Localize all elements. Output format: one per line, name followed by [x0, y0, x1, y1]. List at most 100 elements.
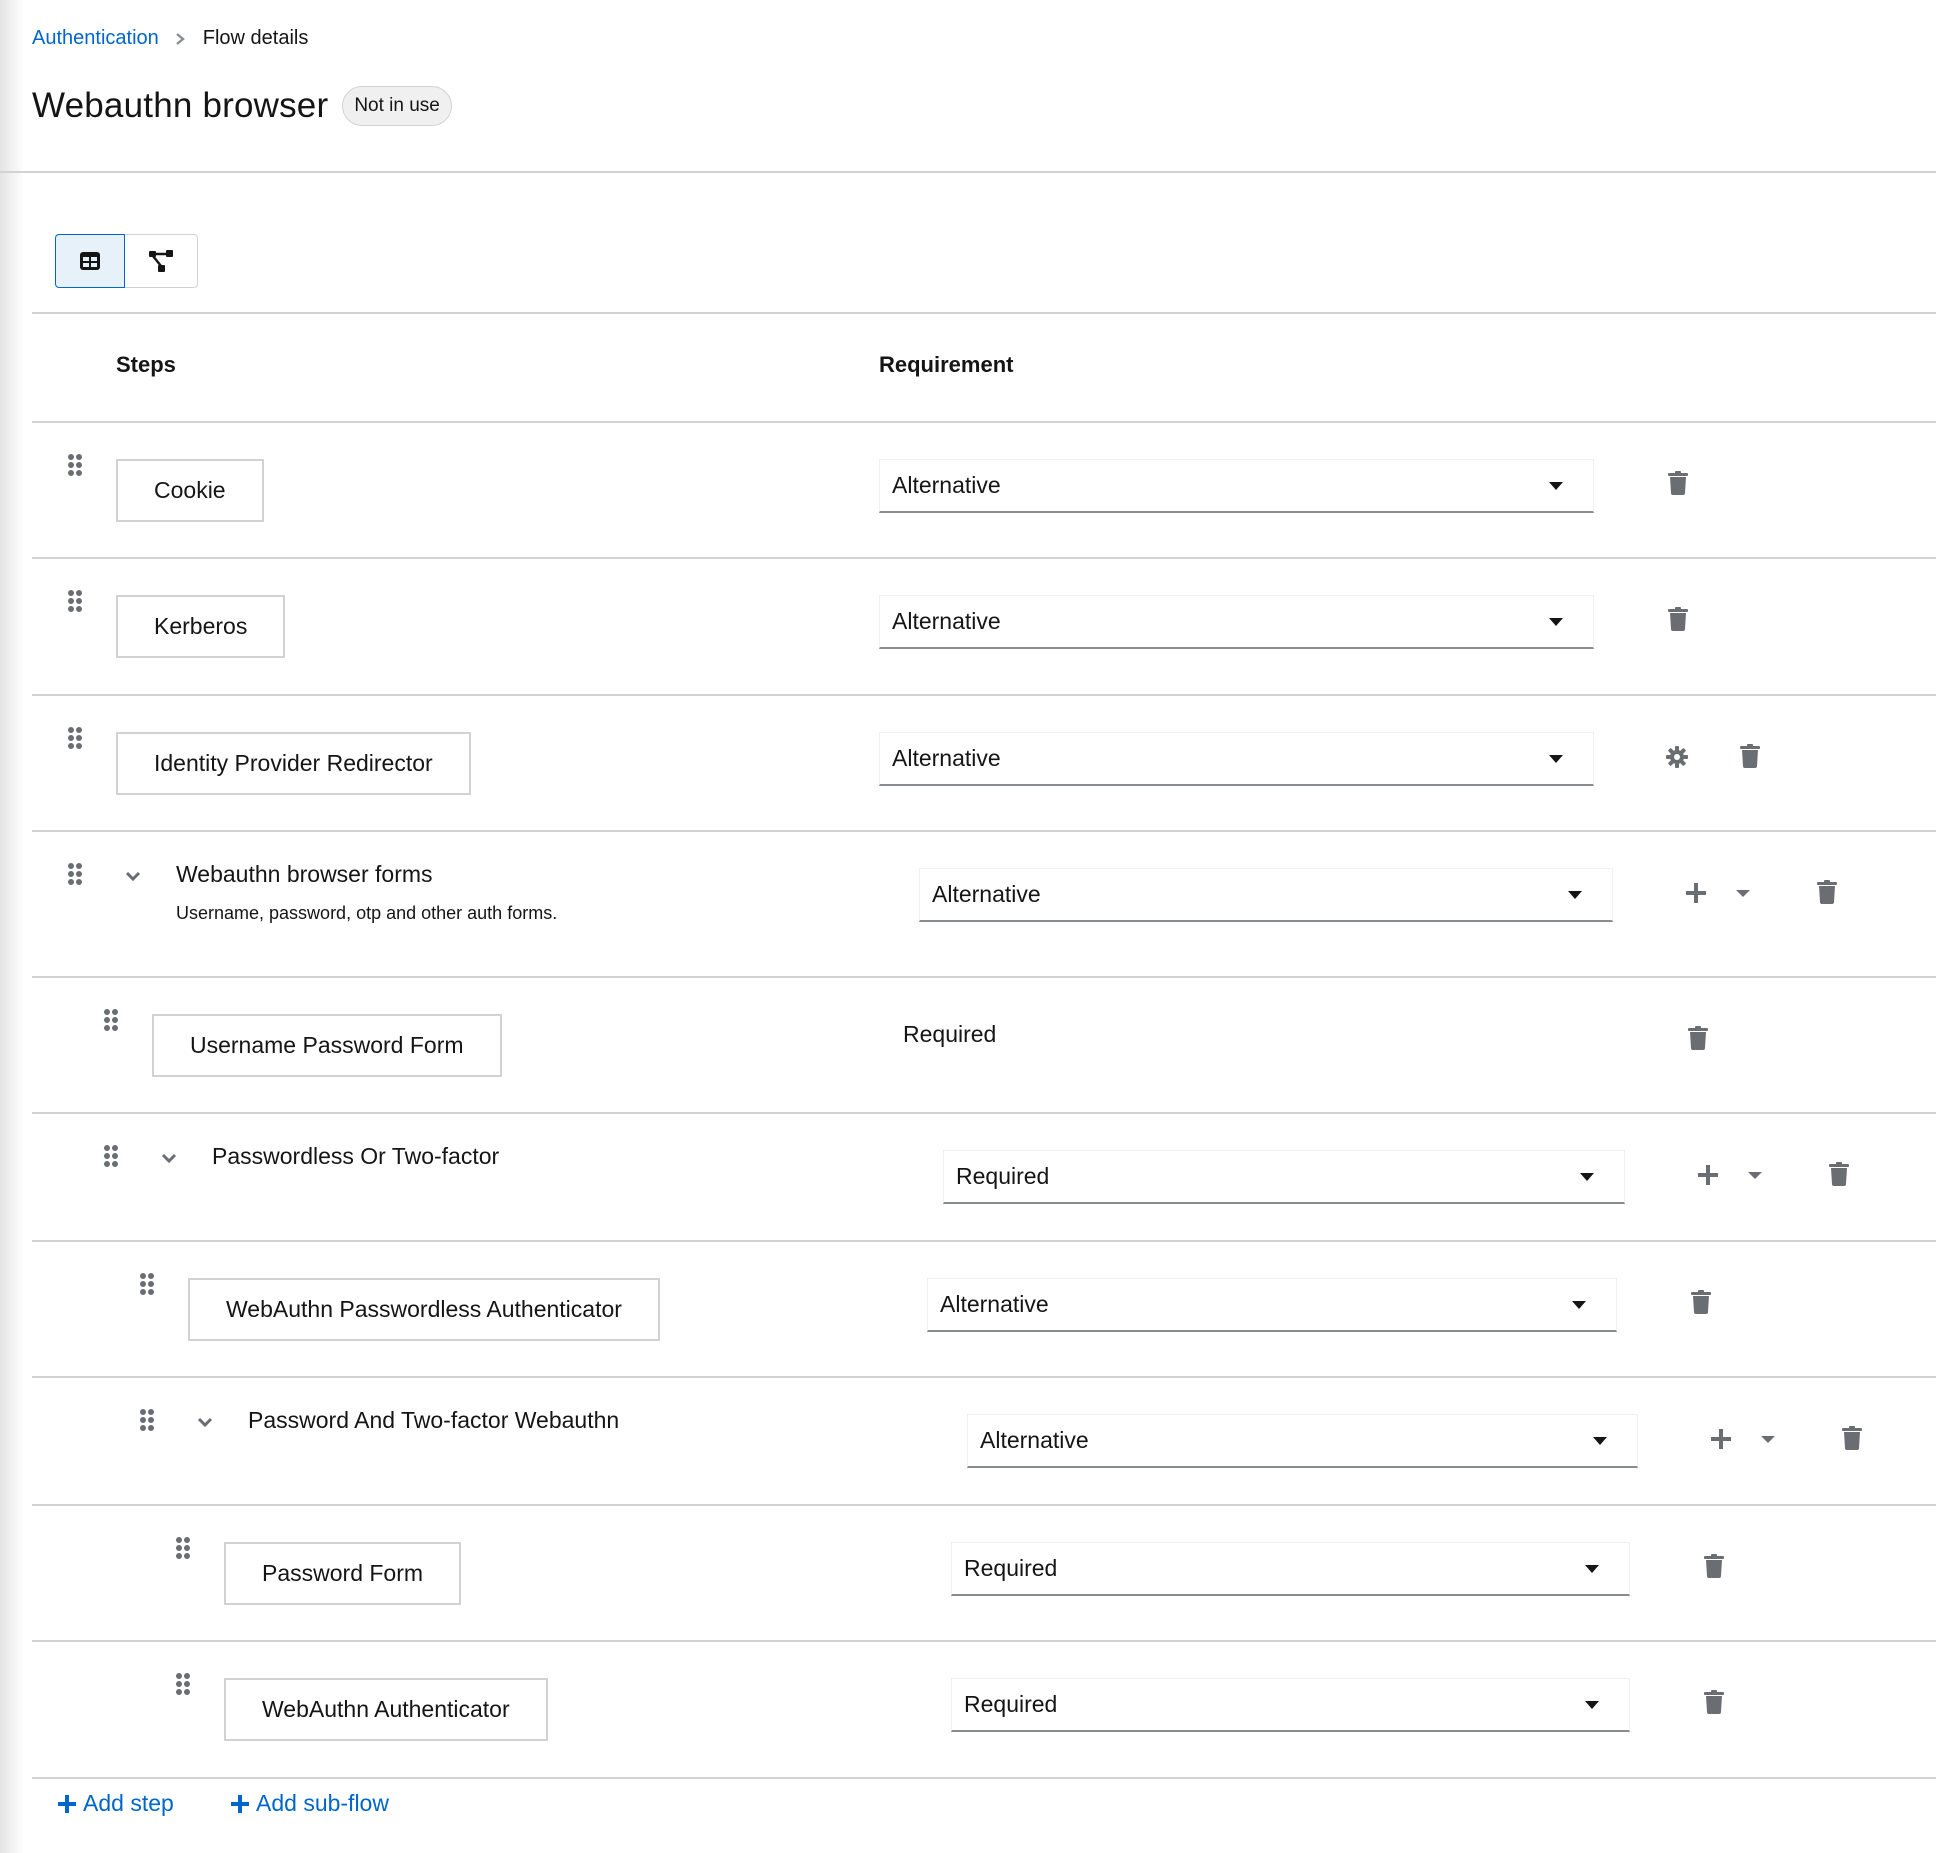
subflow-title: Passwordless Or Two-factor [212, 1143, 500, 1169]
delete-trash-icon[interactable] [1691, 1290, 1711, 1314]
delete-trash-icon[interactable] [1829, 1162, 1849, 1186]
add-menu-caret-icon[interactable] [1761, 1435, 1775, 1444]
drag-handle-icon[interactable] [139, 1273, 155, 1295]
drag-handle-icon[interactable] [139, 1409, 155, 1431]
delete-trash-icon[interactable] [1704, 1690, 1724, 1714]
step-row: Password Form Required [32, 1505, 1936, 1642]
delete-trash-icon[interactable] [1688, 1026, 1708, 1050]
step-row: Identity Provider Redirector Alternative [32, 695, 1936, 832]
view-toggle-group [55, 234, 198, 288]
sidebar-edge-shadow [0, 0, 24, 1853]
caret-down-icon [1568, 890, 1582, 900]
row-divider [32, 1777, 1936, 1779]
requirement-value: Alternative [940, 1291, 1049, 1317]
requirement-select[interactable]: Alternative [879, 732, 1594, 786]
plus-icon [231, 1794, 249, 1813]
requirement-value: Alternative [892, 608, 1001, 634]
page-title: Webauthn browser [32, 86, 329, 125]
add-plus-icon[interactable] [1710, 1428, 1732, 1450]
column-header-steps: Steps [116, 352, 176, 377]
delete-trash-icon[interactable] [1668, 471, 1688, 495]
header-divider [0, 171, 1936, 173]
add-subflow-button[interactable]: Add sub-flow [230, 1790, 389, 1817]
subflow-title: Webauthn browser forms [176, 861, 433, 887]
subflow-row: Passwordless Or Two-factor Required [32, 1113, 1936, 1242]
caret-down-icon [1572, 1300, 1586, 1310]
table-view-button[interactable] [55, 234, 125, 288]
expand-chevron-icon[interactable] [196, 1413, 214, 1431]
step-row: WebAuthn Authenticator Required [32, 1641, 1936, 1779]
add-menu-caret-icon[interactable] [1748, 1171, 1762, 1180]
requirement-select[interactable]: Alternative [967, 1414, 1638, 1468]
topology-icon [149, 250, 173, 272]
caret-down-icon [1549, 617, 1563, 627]
requirement-value: Alternative [980, 1427, 1089, 1453]
table-top-border [32, 312, 1936, 314]
requirement-value: Alternative [892, 745, 1001, 771]
drag-handle-icon[interactable] [175, 1673, 191, 1695]
drag-handle-icon[interactable] [67, 863, 83, 885]
caret-down-icon [1580, 1172, 1594, 1182]
subflow-description: Username, password, otp and other auth f… [176, 903, 558, 923]
delete-trash-icon[interactable] [1704, 1554, 1724, 1578]
caret-down-icon [1549, 481, 1563, 491]
breadcrumb-current: Flow details [202, 27, 309, 49]
step-name-chip: Cookie [116, 459, 264, 522]
add-plus-icon[interactable] [1685, 882, 1707, 904]
requirement-value: Required [964, 1555, 1058, 1581]
drag-handle-icon[interactable] [103, 1145, 119, 1167]
caret-down-icon [1593, 1436, 1607, 1446]
drag-handle-icon[interactable] [175, 1537, 191, 1559]
drag-handle-icon[interactable] [67, 727, 83, 749]
drag-handle-icon[interactable] [103, 1009, 119, 1031]
requirement-select[interactable]: Required [951, 1542, 1630, 1596]
requirement-value: Alternative [892, 472, 1001, 498]
subflow-row: Password And Two-factor Webauthn Alternat… [32, 1377, 1936, 1506]
subflow-title: Password And Two-factor Webauthn [248, 1407, 620, 1433]
step-row: WebAuthn Passwordless Authenticator Alter… [32, 1241, 1936, 1378]
breadcrumb: Authentication Flow details [32, 27, 308, 50]
requirement-select[interactable]: Alternative [879, 459, 1594, 513]
add-step-label: Add step [83, 1790, 174, 1816]
step-name-chip: Identity Provider Redirector [116, 732, 471, 795]
diagram-view-button[interactable] [125, 234, 198, 288]
requirement-select[interactable]: Alternative [919, 868, 1613, 922]
delete-trash-icon[interactable] [1817, 880, 1837, 904]
drag-handle-icon[interactable] [67, 590, 83, 612]
column-header-requirement: Requirement [879, 352, 1014, 377]
chevron-right-icon [175, 32, 185, 45]
step-name-chip: Kerberos [116, 595, 286, 658]
subflow-row: Webauthn browser forms Username, password… [32, 831, 1936, 978]
add-menu-caret-icon[interactable] [1736, 889, 1750, 898]
delete-trash-icon[interactable] [1740, 744, 1760, 768]
step-row: Kerberos Alternative [32, 558, 1936, 696]
step-name-chip: WebAuthn Authenticator [224, 1678, 548, 1741]
expand-chevron-icon[interactable] [160, 1149, 178, 1167]
delete-trash-icon[interactable] [1842, 1426, 1862, 1450]
status-badge: Not in use [342, 86, 452, 126]
drag-handle-icon[interactable] [67, 454, 83, 476]
settings-gear-icon[interactable] [1666, 746, 1688, 768]
add-step-button[interactable]: Add step [57, 1790, 174, 1817]
requirement-select[interactable]: Alternative [879, 595, 1594, 649]
delete-trash-icon[interactable] [1668, 607, 1688, 631]
requirement-value: Required [956, 1163, 1050, 1189]
step-row: Cookie Alternative [32, 422, 1936, 559]
step-name-chip: WebAuthn Passwordless Authenticator [188, 1278, 660, 1341]
requirement-select[interactable]: Required [951, 1678, 1630, 1732]
step-name-chip: Password Form [224, 1542, 462, 1605]
caret-down-icon [1585, 1564, 1599, 1574]
add-plus-icon[interactable] [1697, 1164, 1719, 1186]
breadcrumb-authentication-link[interactable]: Authentication [32, 27, 159, 50]
requirement-value: Alternative [932, 881, 1041, 907]
plus-icon [58, 1794, 76, 1813]
requirement-static: Required [903, 1021, 997, 1047]
table-icon [80, 252, 100, 270]
caret-down-icon [1549, 754, 1563, 764]
requirement-select[interactable]: Required [943, 1150, 1625, 1204]
step-name-chip: Username Password Form [152, 1014, 502, 1077]
requirement-select[interactable]: Alternative [927, 1278, 1617, 1332]
caret-down-icon [1585, 1700, 1599, 1710]
expand-chevron-icon[interactable] [124, 867, 142, 885]
requirement-value: Required [964, 1691, 1058, 1717]
